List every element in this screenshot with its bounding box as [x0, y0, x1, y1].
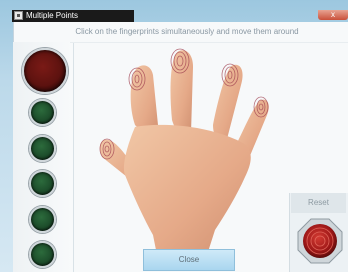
divider [70, 42, 348, 43]
green-button-1[interactable] [29, 99, 56, 126]
big-red-button[interactable] [22, 48, 68, 94]
window-title: Multiple Points [26, 11, 79, 20]
green-button-5[interactable] [29, 241, 56, 268]
instruction-text: Click on the fingerprints simultaneously… [75, 27, 299, 36]
green-button-3[interactable] [29, 170, 56, 197]
green-button-2[interactable] [29, 135, 56, 162]
green-button-4[interactable] [29, 206, 56, 233]
hand-image [99, 48, 269, 255]
reset-knob-icon[interactable] [296, 217, 344, 265]
reset-button[interactable]: Reset [291, 193, 346, 213]
window-close-button[interactable]: x [318, 10, 348, 20]
app-window: Multiple Points x Click on the fingerpri… [0, 0, 348, 272]
app-icon [14, 11, 23, 20]
close-button[interactable]: Close [143, 249, 235, 271]
title-bar: Multiple Points x [0, 0, 348, 22]
